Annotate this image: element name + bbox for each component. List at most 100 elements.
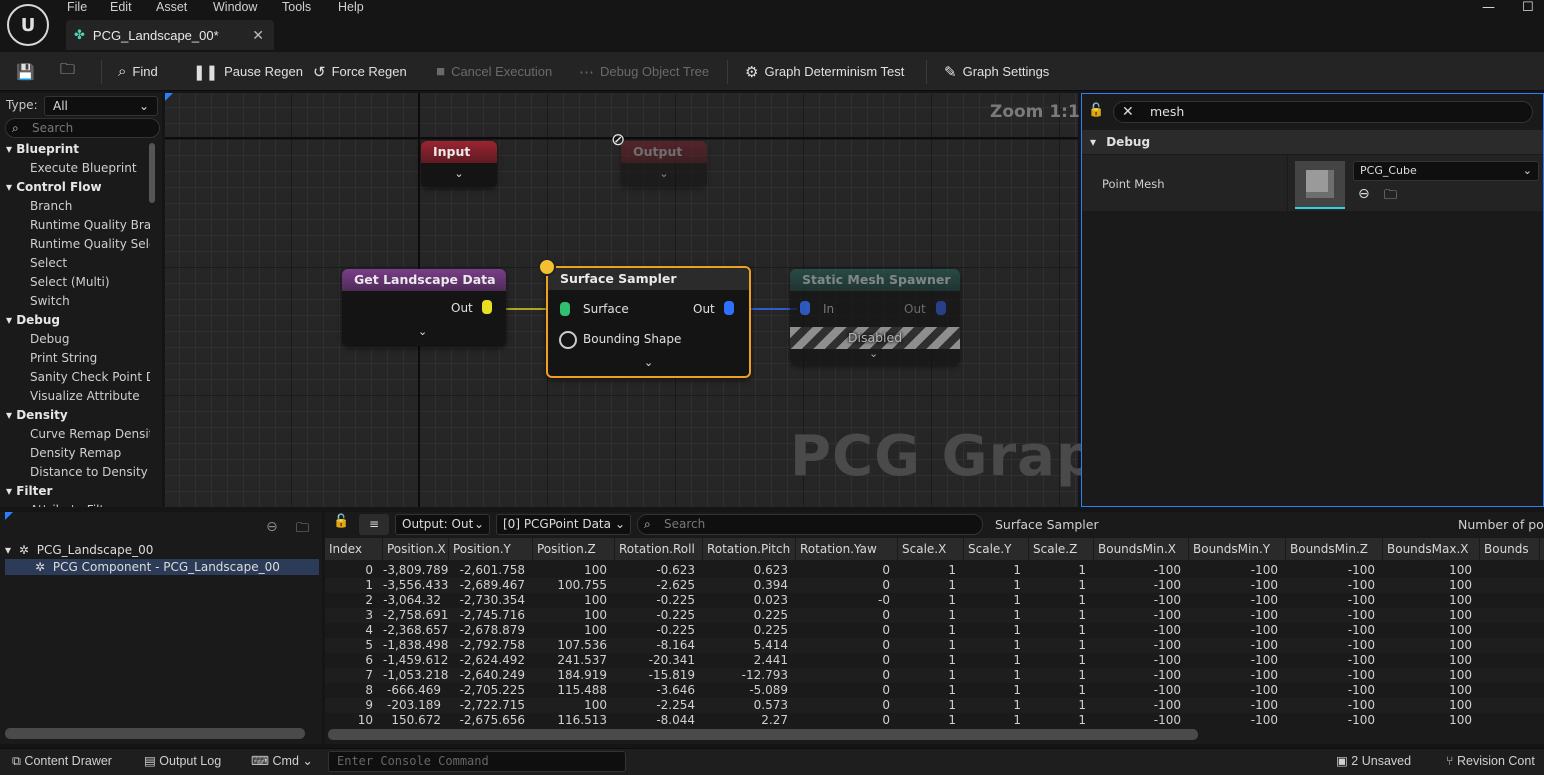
browse-button[interactable]: 🗀 (60, 52, 75, 91)
force-regen-button[interactable]: ↺ Force Regen (313, 52, 407, 91)
palette-item[interactable]: Debug (0, 330, 150, 349)
mesh-thumbnail[interactable] (1295, 161, 1345, 209)
close-tab-icon[interactable]: ✕ (252, 27, 264, 44)
attribute-table-scrollbar[interactable] (328, 729, 1198, 740)
palette-category[interactable]: ▾ Control Flow (0, 178, 150, 197)
table-row[interactable]: 7 -1,053.218 -2,640.249 184.919 -15.819 -12.7… (325, 668, 1544, 683)
menu-file[interactable]: File (67, 0, 87, 16)
breakpoint-marker-icon[interactable] (538, 258, 556, 276)
green-in-pin-icon[interactable] (560, 302, 570, 316)
chevron-down-icon[interactable]: ⌄ (621, 167, 707, 180)
palette-item[interactable]: Sanity Check Point D (0, 368, 150, 387)
browse-asset-icon[interactable]: 🗀 (1384, 186, 1397, 208)
palette-item[interactable]: Runtime Quality Bra (0, 216, 150, 235)
graph-settings-button[interactable]: ✎ Graph Settings (944, 52, 1049, 91)
get-landscape-data-node[interactable]: Get Landscape Data Out ⌄ (342, 269, 506, 346)
menu-edit[interactable]: Edit (110, 0, 132, 16)
yellow-out-pin-icon[interactable] (482, 300, 492, 314)
output-node[interactable]: Output ⌄ (621, 141, 707, 187)
palette-category[interactable]: ▾ Blueprint (0, 140, 150, 159)
blue-in-pin-icon[interactable] (800, 301, 810, 315)
table-row[interactable]: 8 -666.469 -2,705.225 115.488 -3.646 -5.089 0 1… (325, 683, 1544, 698)
point-mesh-select[interactable]: PCG_Cube ⌄ (1353, 161, 1539, 181)
table-row[interactable]: 6 -1,459.612 -2,624.492 241.537 -20.341 2.441… (325, 653, 1544, 668)
table-row[interactable]: 2 -3,064.32 -2,730.354 100 -0.225 0.023 -0 1 1 1 -… (325, 593, 1544, 608)
use-selected-icon[interactable]: ⊖ (1358, 186, 1370, 202)
palette-category[interactable]: ▾ Debug (0, 311, 150, 330)
chevron-down-icon[interactable]: ⌄ (644, 356, 653, 369)
graph-determinism-test-button[interactable]: ⚙ Graph Determinism Test (745, 52, 904, 91)
lock-icon[interactable]: 🔓 (1088, 103, 1104, 118)
bounding-shape-pin-icon[interactable] (559, 331, 577, 349)
attribute-search-input[interactable]: ⌕ Search (637, 514, 983, 535)
refresh-icon[interactable]: ⊖ (266, 519, 278, 535)
column-header[interactable]: Rotation.Roll (615, 538, 703, 560)
pause-regen-button[interactable]: ❚❚ Pause Regen (193, 52, 303, 91)
menu-tools[interactable]: Tools (282, 0, 311, 16)
column-header[interactable]: Index (325, 538, 383, 560)
data-index-select[interactable]: [0] PCGPoint Data ⌄ (496, 514, 631, 535)
palette-item[interactable]: Select (Multi) (0, 273, 150, 292)
column-header[interactable]: Position.X (383, 538, 449, 560)
table-row[interactable]: 1 -3,556.433 -2,689.467 100.755 -2.625 0.394 0… (325, 578, 1544, 593)
find-button[interactable]: ⌕ Find (118, 52, 158, 91)
revision-control-button[interactable]: ⑂ Revision Cont (1446, 748, 1535, 775)
palette-item[interactable]: Execute Blueprint (0, 159, 150, 178)
details-search-input[interactable]: ✕ mesh (1113, 101, 1533, 123)
table-row[interactable]: 4 -2,368.657 -2,678.879 100 -0.225 0.225 0 1 1 1 -… (325, 623, 1544, 638)
unreal-logo-icon[interactable]: U (7, 4, 49, 46)
static-mesh-spawner-node[interactable]: Static Mesh Spawner In Out Disabled ⌄ (790, 269, 960, 365)
column-header[interactable]: BoundsMin.Y (1189, 538, 1286, 560)
minimize-icon[interactable]: — (1482, 0, 1495, 15)
cmd-select[interactable]: ⌨ Cmd ⌄ (251, 748, 313, 775)
tree-scrollbar[interactable] (5, 728, 305, 739)
column-header[interactable]: BoundsMax.X (1383, 538, 1480, 560)
blue-out-pin-icon[interactable] (724, 301, 734, 315)
table-row[interactable]: 10 150.672 -2,675.656 116.513 -8.044 2.27 0 1 1 1… (325, 713, 1544, 728)
debug-object-tree-button[interactable]: ⋯ Debug Object Tree (579, 52, 709, 91)
column-header[interactable]: Rotation.Yaw (796, 538, 898, 560)
save-button[interactable]: 💾 (16, 52, 35, 91)
palette-item[interactable]: Curve Remap Densit (0, 425, 150, 444)
palette-category[interactable]: ▾ Filter (0, 482, 150, 501)
menu-help[interactable]: Help (338, 0, 364, 16)
document-tab[interactable]: ✤ PCG_Landscape_00* ✕ (66, 20, 274, 50)
expand-arrow-icon[interactable]: ▾ (5, 543, 11, 557)
palette-item[interactable]: Visualize Attribute (0, 387, 150, 406)
table-row[interactable]: 0 -3,809.789 -2,601.758 100 -0.623 0.623 0 1 1 1 -… (325, 563, 1544, 578)
palette-item[interactable]: Print String (0, 349, 150, 368)
chevron-down-icon[interactable]: ⌄ (418, 325, 427, 338)
menu-window[interactable]: Window (213, 0, 257, 16)
column-header[interactable]: Scale.Y (964, 538, 1029, 560)
filter-icon[interactable]: ≡ (359, 514, 389, 535)
palette-item[interactable]: Attribute Filter (0, 501, 150, 507)
blue-out-pin-icon[interactable] (936, 301, 946, 315)
palette-scrollbar[interactable] (149, 143, 155, 203)
column-header[interactable]: Rotation.Pitch (703, 538, 796, 560)
column-header[interactable]: BoundsMin.Z (1286, 538, 1383, 560)
table-row[interactable]: 5 -1,838.498 -2,792.758 107.536 -8.164 5.414 0… (325, 638, 1544, 653)
tree-item-root[interactable]: ▾ ✲ PCG_Landscape_00 (5, 542, 319, 558)
content-drawer-button[interactable]: ⧉ Content Drawer (12, 748, 112, 775)
palette-item[interactable]: Runtime Quality Sele (0, 235, 150, 254)
palette-item[interactable]: Branch (0, 197, 150, 216)
table-row[interactable]: 3 -2,758.691 -2,745.716 100 -0.225 0.225 0 1 1 1 -… (325, 608, 1544, 623)
chevron-down-icon[interactable]: ⌄ (869, 347, 878, 360)
column-header[interactable]: Position.Z (533, 538, 615, 560)
column-header[interactable]: Position.Y (449, 538, 533, 560)
surface-sampler-node[interactable]: Surface Sampler Surface Out Bounding Sha… (546, 266, 751, 378)
console-command-input[interactable]: Enter Console Command (328, 751, 626, 772)
unsaved-button[interactable]: ▣ 2 Unsaved (1336, 748, 1411, 775)
menu-asset[interactable]: Asset (156, 0, 187, 16)
table-row[interactable]: 9 -203.189 -2,722.715 100 -2.254 0.573 0 1 1 1 -10… (325, 698, 1544, 713)
column-header[interactable]: BoundsMin.X (1094, 538, 1189, 560)
chevron-down-icon[interactable]: ⌄ (421, 167, 497, 180)
debug-category-header[interactable]: ▾ Debug (1082, 130, 1543, 154)
clear-search-icon[interactable]: ✕ (1122, 102, 1134, 122)
palette-item[interactable]: Distance to Density (0, 463, 150, 482)
find-in-world-icon[interactable]: 🗀 (296, 519, 309, 541)
column-header[interactable]: Scale.Z (1029, 538, 1094, 560)
output-pin-select[interactable]: Output: Out ⌄ (395, 514, 490, 535)
palette-search-input[interactable]: ⌕ Search (5, 118, 160, 138)
column-header[interactable]: Scale.X (898, 538, 964, 560)
